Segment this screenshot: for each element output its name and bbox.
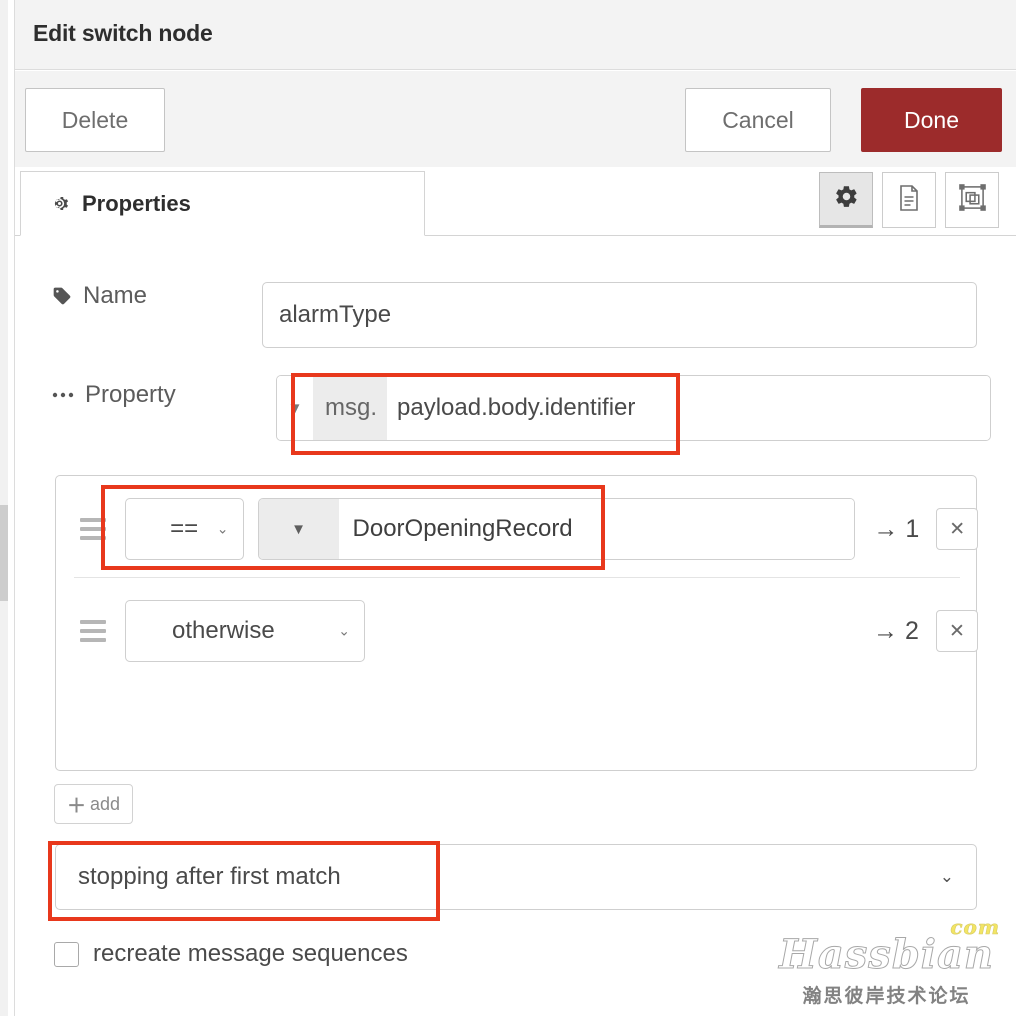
watermark-brand: Hassbian com xyxy=(779,917,1000,975)
rule-operator-select[interactable]: otherwise ⌄ xyxy=(125,600,365,662)
rule-drag-handle-icon[interactable] xyxy=(80,620,106,642)
rule-delete-button[interactable]: ✕ xyxy=(936,610,978,652)
rule-operator-label: == xyxy=(170,515,199,542)
property-input[interactable]: payload.body.identifier xyxy=(387,376,990,440)
gear-icon xyxy=(834,184,859,214)
watermark-tld: com xyxy=(950,915,1000,939)
appearance-shapes-icon-button[interactable] xyxy=(945,172,999,228)
page-title: Edit switch node xyxy=(33,20,213,46)
dialog-header: Edit switch node xyxy=(15,0,1016,70)
dialog-scrollbar-track[interactable] xyxy=(0,0,8,1016)
cancel-button[interactable]: Cancel xyxy=(685,88,831,152)
tag-icon xyxy=(52,286,72,306)
chevron-down-icon: ⌄ xyxy=(216,520,229,537)
tab-properties[interactable]: Properties xyxy=(20,171,425,236)
tab-strip: Properties xyxy=(15,167,1016,237)
rule-value-widget: ▼ DoorOpeningRecord xyxy=(257,498,856,560)
property-type-caret-icon[interactable]: ▼ xyxy=(277,376,313,440)
rule-output-number: → 2 xyxy=(873,616,919,645)
watermark-subtitle: 瀚思彼岸技术论坛 xyxy=(802,985,971,1007)
dialog-toolbar: Delete Cancel Done xyxy=(15,71,1016,167)
document-icon xyxy=(897,184,921,217)
rule-row: otherwise ⌄ → 2 ✕ xyxy=(56,585,978,677)
rule-output-number: → 1 xyxy=(873,514,920,543)
shapes-icon xyxy=(958,184,986,216)
rule-operator-select[interactable]: == ⌄ xyxy=(124,498,244,560)
name-label-group: Name xyxy=(52,282,147,310)
properties-form: Name Property ▼ msg. payload.body.identi… xyxy=(15,237,1016,1016)
recreate-sequences-checkbox-row[interactable]: recreate message sequences xyxy=(54,940,408,968)
add-rule-label: add xyxy=(89,793,121,814)
plus-icon: ＋ xyxy=(66,795,86,817)
dialog-scrollbar-thumb[interactable] xyxy=(0,505,8,601)
done-button[interactable]: Done xyxy=(861,88,1002,152)
chevron-down-icon: ⌄ xyxy=(939,867,954,886)
chevron-down-icon: ⌄ xyxy=(338,622,350,639)
properties-gear-icon-button[interactable] xyxy=(819,172,873,228)
description-document-icon-button[interactable] xyxy=(882,172,936,228)
rule-drag-handle-icon[interactable] xyxy=(80,518,106,540)
add-rule-button[interactable]: ＋ add xyxy=(54,784,133,824)
rule-divider xyxy=(74,577,960,578)
name-input[interactable] xyxy=(262,282,977,348)
name-label: Name xyxy=(83,282,148,309)
gear-icon xyxy=(49,193,70,214)
recreate-sequences-label: recreate message sequences xyxy=(93,940,408,967)
rule-value-type-caret-icon[interactable]: ▼ xyxy=(258,499,339,559)
match-mode-select[interactable]: stopping after first match ⌄ xyxy=(55,844,977,910)
property-label: Property xyxy=(85,381,176,408)
property-type-prefix: msg. xyxy=(313,376,388,440)
rule-value-input[interactable]: DoorOpeningRecord xyxy=(338,499,855,559)
delete-button[interactable]: Delete xyxy=(25,88,165,152)
rule-row: == ⌄ ▼ DoorOpeningRecord → 1 ✕ xyxy=(56,483,978,575)
rules-container: == ⌄ ▼ DoorOpeningRecord → 1 ✕ otherwise… xyxy=(55,475,978,771)
recreate-sequences-checkbox[interactable] xyxy=(54,941,79,967)
match-mode-value: stopping after first match xyxy=(78,863,341,890)
watermark: Hassbian com 瀚思彼岸技术论坛 xyxy=(779,917,1000,1008)
tab-properties-label: Properties xyxy=(82,190,191,216)
tab-icon-button-group xyxy=(819,172,999,228)
rule-delete-button[interactable]: ✕ xyxy=(936,508,978,550)
property-label-group: Property xyxy=(52,381,176,409)
name-field-row: Name xyxy=(52,282,147,310)
edit-switch-node-dialog: Edit switch node Delete Cancel Done Prop… xyxy=(0,0,1016,1016)
property-field-row: Property xyxy=(52,381,176,409)
rule-operator-label: otherwise xyxy=(172,617,275,644)
ellipsis-icon xyxy=(52,390,74,400)
property-value-widget: ▼ msg. payload.body.identifier xyxy=(276,375,991,441)
